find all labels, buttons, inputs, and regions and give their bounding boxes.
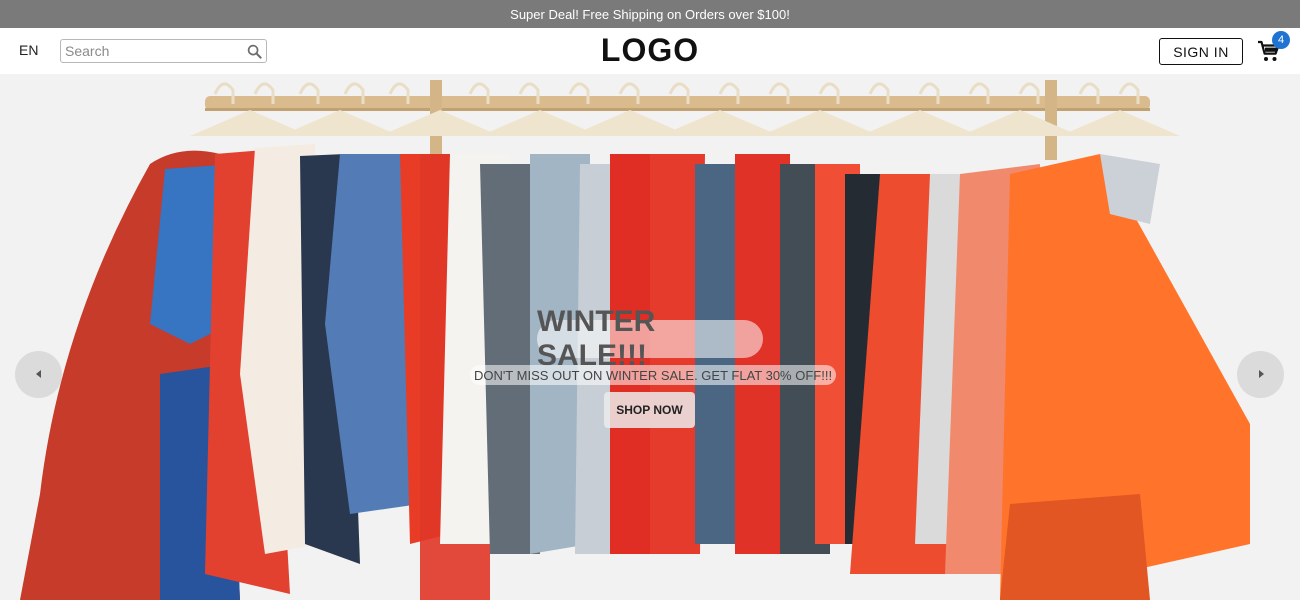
search-icon[interactable]: [246, 43, 262, 59]
cart-count-badge: 4: [1272, 31, 1290, 49]
sign-in-button[interactable]: SIGN IN: [1159, 38, 1243, 65]
search-input[interactable]: [65, 43, 246, 59]
chevron-left-icon: [34, 366, 44, 384]
search-box[interactable]: [60, 39, 267, 63]
slide-subtitle: DON'T MISS OUT ON WINTER SALE. GET FLAT …: [470, 365, 836, 385]
prev-slide-button[interactable]: [15, 351, 62, 398]
navbar: EN LOGO SIGN IN 4: [0, 28, 1300, 74]
announcement-bar: Super Deal! Free Shipping on Orders over…: [0, 0, 1300, 28]
site-logo[interactable]: LOGO: [550, 32, 750, 69]
announcement-text: Super Deal! Free Shipping on Orders over…: [510, 6, 790, 22]
slide-title: WINTER SALE!!!: [537, 305, 763, 372]
language-selector[interactable]: EN: [19, 42, 38, 58]
hero-slider: WINTER SALE!!! DON'T MISS OUT ON WINTER …: [0, 74, 1300, 600]
next-slide-button[interactable]: [1237, 351, 1284, 398]
chevron-right-icon: [1256, 366, 1266, 384]
shop-now-button[interactable]: SHOP NOW: [604, 392, 695, 428]
